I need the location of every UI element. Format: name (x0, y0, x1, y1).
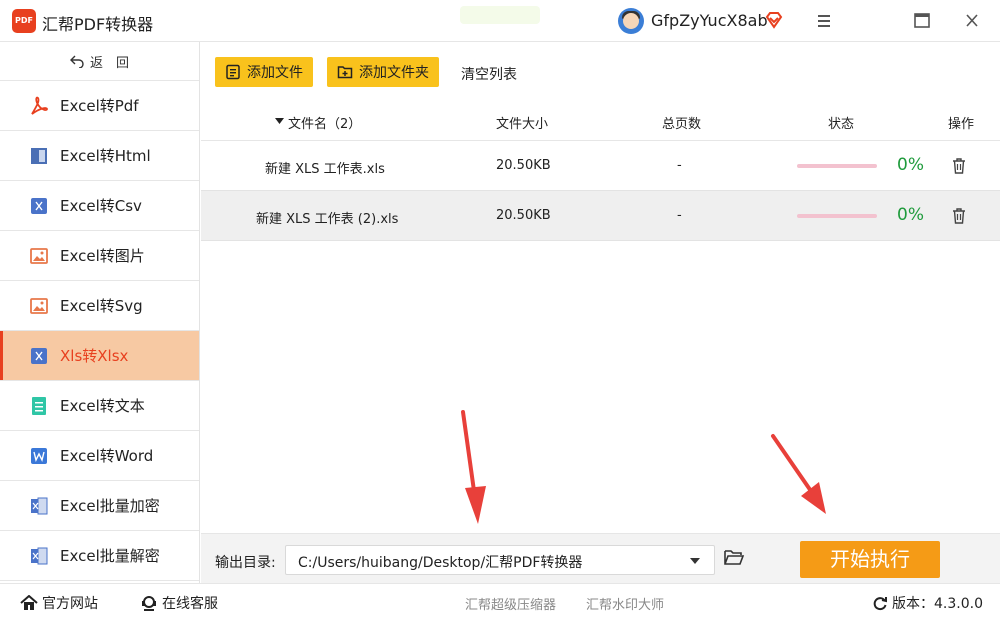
table-header: 文件名（2） 文件大小 总页数 状态 操作 (201, 100, 1000, 141)
username[interactable]: GfpZyYucX8ab (651, 11, 768, 30)
sidebar-item-excel-to-word[interactable]: Excel转Word (0, 431, 199, 481)
page-count: - (677, 208, 682, 223)
version-info[interactable]: 版本：4.3.0.0 (872, 593, 983, 613)
page-count: - (677, 158, 682, 173)
column-header-status: 状态 (828, 117, 855, 132)
sidebar-item-xls-to-xlsx[interactable]: Xls转Xlsx (0, 331, 199, 381)
output-dir-select[interactable]: C:/Users/huibang/Desktop/汇帮PDF转换器 (285, 545, 715, 575)
app-window: PDF 汇帮PDF转换器 GfpZyYucX8ab 返 回 Excel转Pdf … (0, 0, 1000, 617)
sidebar-item-label: Excel转图片 (60, 247, 145, 265)
chevron-down-icon[interactable] (690, 558, 700, 564)
column-header-action: 操作 (948, 117, 975, 132)
excel-unlock-icon (31, 547, 48, 564)
add-file-button[interactable]: 添加文件 (215, 57, 313, 87)
image-icon (30, 297, 48, 314)
progress-bar (797, 214, 877, 218)
sidebar-item-label: Excel转Svg (60, 297, 143, 315)
progress-percent: 0% (897, 205, 924, 225)
file-list-icon (226, 64, 240, 80)
delete-icon[interactable] (951, 157, 967, 175)
app-title: 汇帮PDF转换器 (42, 15, 154, 34)
official-website-link[interactable]: 官方网站 (20, 593, 98, 613)
sidebar-item-label: Excel转Csv (60, 197, 142, 215)
toolbar: 添加文件 添加文件夹 清空列表 (201, 42, 1000, 100)
status-bar: 官方网站 在线客服 汇帮超级压缩器 汇帮水印大师 版本：4.3.0.0 (0, 583, 1000, 617)
sidebar-item-label: Xls转Xlsx (60, 347, 129, 365)
annotation-arrow (771, 434, 826, 514)
file-size: 20.50KB (496, 208, 551, 223)
sidebar-item-label: Excel转Html (60, 147, 151, 165)
version-label: 版本：4.3.0.0 (892, 596, 983, 612)
column-header-name[interactable]: 文件名（2） (288, 113, 361, 132)
headset-icon (142, 596, 156, 611)
add-folder-label: 添加文件夹 (359, 65, 429, 81)
title-banner (460, 6, 540, 24)
excel-icon (31, 197, 47, 214)
watermark-link[interactable]: 汇帮水印大师 (586, 594, 664, 613)
column-header-pages: 总页数 (662, 117, 702, 132)
pdf-icon (31, 96, 48, 115)
maximize-icon[interactable] (908, 8, 936, 34)
clear-list-button[interactable]: 清空列表 (461, 64, 517, 84)
back-arrow-icon (69, 55, 84, 68)
sidebar-item-excel-to-csv[interactable]: Excel转Csv (0, 181, 199, 231)
sidebar-item-excel-batch-encrypt[interactable]: Excel批量加密 (0, 481, 199, 531)
file-size: 20.50KB (496, 158, 551, 173)
sidebar-item-label: Excel批量加密 (60, 497, 160, 515)
sidebar-item-excel-batch-decrypt[interactable]: Excel批量解密 (0, 531, 199, 581)
vip-diamond-icon[interactable] (764, 10, 784, 30)
compressor-link[interactable]: 汇帮超级压缩器 (465, 594, 556, 613)
online-service-link[interactable]: 在线客服 (140, 593, 218, 613)
app-logo: PDF (12, 9, 36, 33)
avatar[interactable] (618, 8, 644, 34)
sort-caret-icon[interactable] (275, 118, 284, 124)
official-website-label: 官方网站 (42, 596, 98, 612)
image-icon (30, 247, 48, 264)
progress-bar (797, 164, 877, 168)
text-file-icon (32, 396, 46, 415)
sidebar-item-label: Excel转Word (60, 447, 154, 465)
sidebar-item-excel-to-text[interactable]: Excel转文本 (0, 381, 199, 431)
close-icon[interactable] (958, 8, 986, 34)
online-service-label: 在线客服 (162, 596, 218, 612)
sidebar: 返 回 Excel转Pdf Excel转Html Excel转Csv Excel… (0, 42, 200, 583)
title-bar: PDF 汇帮PDF转换器 GfpZyYucX8ab (0, 0, 1000, 42)
progress-percent: 0% (897, 155, 924, 175)
back-label: 返 回 (89, 55, 129, 71)
folder-add-icon (337, 66, 353, 79)
home-icon (20, 595, 38, 610)
file-name: 新建 XLS 工作表.xls (265, 162, 385, 177)
sidebar-item-label: Excel转Pdf (60, 97, 139, 115)
back-button[interactable]: 返 回 (0, 42, 199, 81)
add-folder-button[interactable]: 添加文件夹 (327, 57, 439, 87)
sidebar-item-excel-to-pdf[interactable]: Excel转Pdf (0, 81, 199, 131)
word-icon (31, 447, 47, 464)
output-bar: 输出目录: C:/Users/huibang/Desktop/汇帮PDF转换器 … (201, 533, 1000, 583)
html-icon (31, 147, 47, 164)
folder-open-icon[interactable] (723, 547, 745, 567)
sidebar-item-label: Excel转文本 (60, 397, 145, 415)
start-button[interactable]: 开始执行 (800, 541, 940, 578)
sidebar-item-label: Excel批量解密 (60, 547, 160, 565)
output-dir-label: 输出目录: (215, 555, 276, 571)
file-table: 文件名（2） 文件大小 总页数 状态 操作 新建 XLS 工作表.xls 20.… (201, 100, 1000, 241)
menu-icon[interactable] (810, 8, 838, 34)
column-header-size: 文件大小 (496, 117, 549, 132)
refresh-icon (873, 597, 887, 611)
output-dir-path: C:/Users/huibang/Desktop/汇帮PDF转换器 (298, 555, 583, 571)
excel-icon (31, 347, 47, 364)
add-file-label: 添加文件 (247, 65, 303, 81)
sidebar-item-excel-to-image[interactable]: Excel转图片 (0, 231, 199, 281)
delete-icon[interactable] (951, 207, 967, 225)
table-row[interactable]: 新建 XLS 工作表 (2).xls 20.50KB - 0% (201, 191, 1000, 241)
annotation-arrow (461, 410, 486, 524)
sidebar-item-excel-to-svg[interactable]: Excel转Svg (0, 281, 199, 331)
excel-lock-icon (31, 497, 48, 514)
sidebar-item-excel-to-html[interactable]: Excel转Html (0, 131, 199, 181)
file-name: 新建 XLS 工作表 (2).xls (256, 212, 399, 227)
table-row[interactable]: 新建 XLS 工作表.xls 20.50KB - 0% (201, 141, 1000, 191)
